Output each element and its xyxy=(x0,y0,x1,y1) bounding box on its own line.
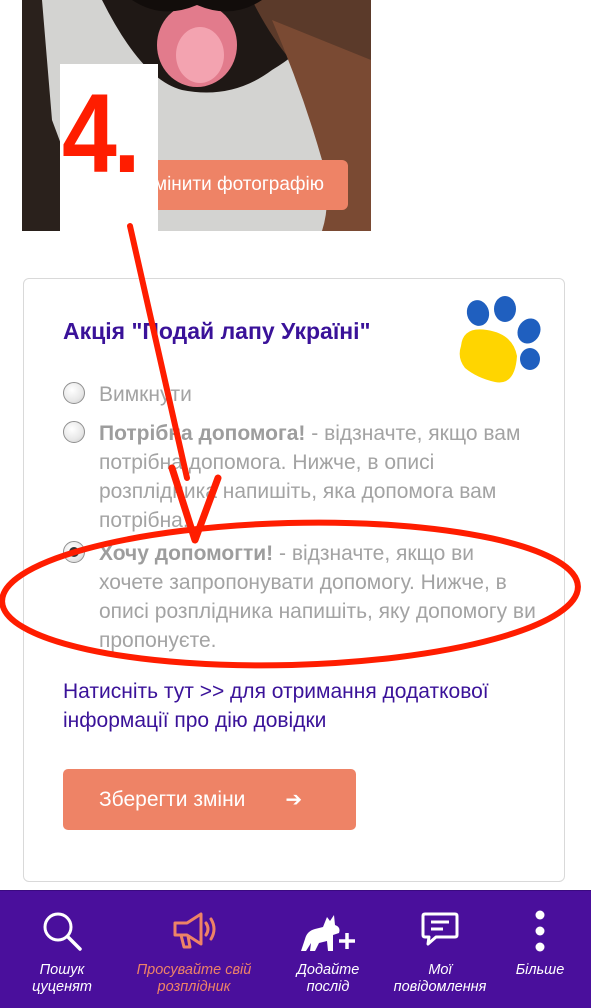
arrow-right-icon: ➔ xyxy=(285,789,303,811)
option-disable[interactable]: Вимкнути xyxy=(63,380,533,410)
radio-want-help[interactable] xyxy=(63,541,85,563)
option-disable-label: Вимкнути xyxy=(99,383,192,406)
radio-need-help[interactable] xyxy=(63,421,85,443)
option-want-help[interactable]: Хочу допомогти! - відзначте, якщо ви хоч… xyxy=(63,539,536,655)
nav-more-label: Більше xyxy=(515,962,565,978)
nav-more[interactable]: Більше xyxy=(504,891,576,1008)
paw-icon xyxy=(459,296,541,383)
nav-add-litter[interactable]: Додайте послід xyxy=(276,891,380,1008)
add-litter-icon xyxy=(301,915,355,951)
nav-search-label: Пошук цуценят xyxy=(32,962,92,995)
help-info-link[interactable]: Натисніть тут >> для отримання додатково… xyxy=(63,677,533,735)
option-need-help-bold: Потрібна допомога! xyxy=(99,422,306,445)
promo-title: Акція "Подай лапу Україні" xyxy=(63,318,371,344)
radio-disable[interactable] xyxy=(63,382,85,404)
nav-add-litter-label: Додайте послід xyxy=(296,962,360,995)
nav-promote-label: Просувайте свій розплідник xyxy=(136,962,252,995)
option-need-help[interactable]: Потрібна допомога! - відзначте, якщо вам… xyxy=(63,419,533,535)
megaphone-icon xyxy=(173,912,216,949)
messages-icon xyxy=(421,912,459,946)
option-want-help-bold: Хочу допомогти! xyxy=(99,542,274,565)
more-icon xyxy=(535,910,545,952)
save-changes-label: Зберегти зміни xyxy=(99,787,246,811)
search-icon xyxy=(43,912,82,951)
nav-promote-kennel[interactable]: Просувайте свій розплідник xyxy=(128,891,260,1008)
step-number-annotation: 4. xyxy=(62,71,141,196)
bottom-navigation: Пошук цуценят Просувайте свій розплідник… xyxy=(0,890,591,1008)
nav-search-puppies[interactable]: Пошук цуценят xyxy=(8,891,116,1008)
nav-my-messages[interactable]: Мої повідомлення xyxy=(388,891,492,1008)
nav-messages-label: Мої повідомлення xyxy=(393,962,487,995)
save-changes-button[interactable]: Зберегти зміни ➔ xyxy=(63,769,356,830)
